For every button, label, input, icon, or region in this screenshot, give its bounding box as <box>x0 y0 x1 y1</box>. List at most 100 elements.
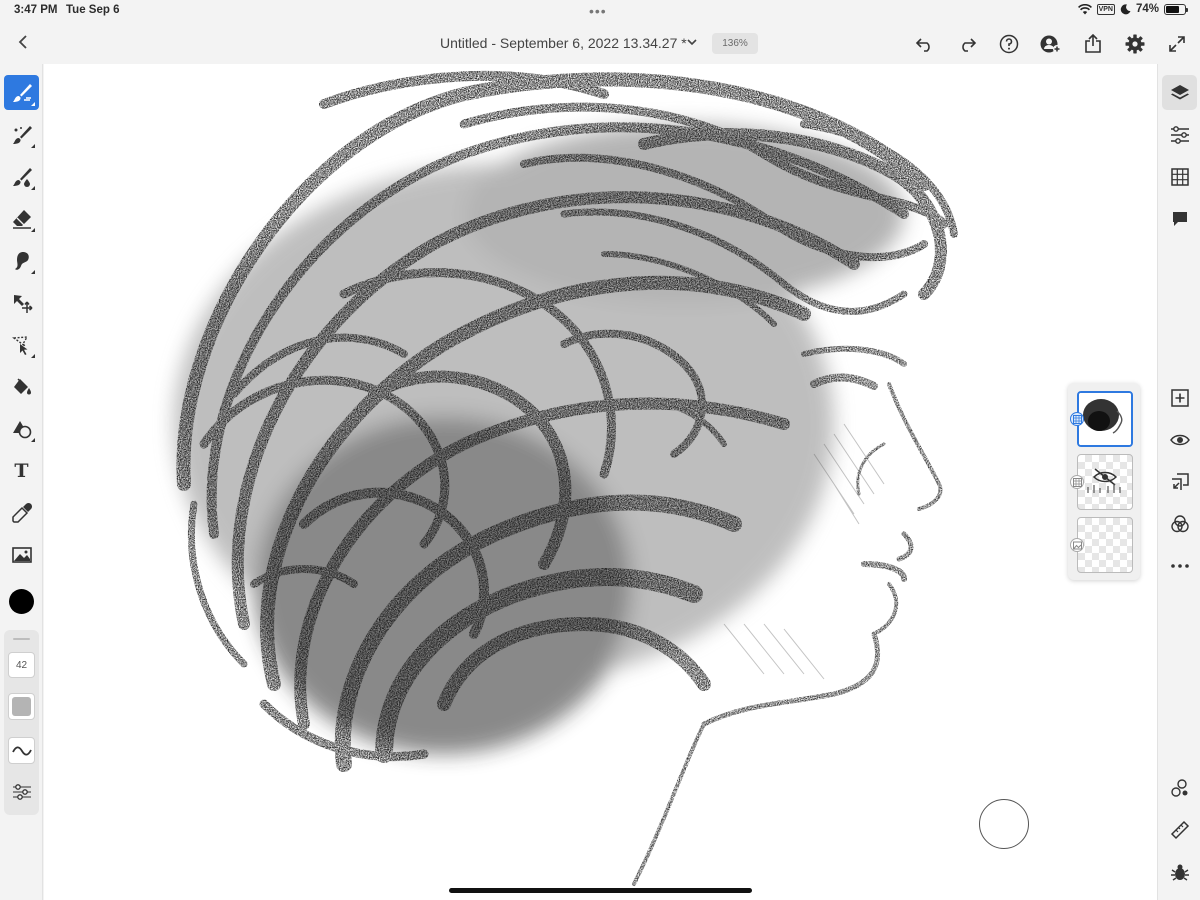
tool-selection[interactable] <box>4 327 39 362</box>
layers-icon <box>1170 84 1189 99</box>
pixel-layer-icon <box>1072 414 1082 424</box>
back-button[interactable] <box>12 31 34 53</box>
layer-thumbnail-image[interactable] <box>1077 517 1133 573</box>
export-button[interactable] <box>1081 32 1105 56</box>
tool-options-indicator <box>31 144 35 148</box>
invite-button[interactable] <box>1039 32 1063 56</box>
hidden-layer-eye-icon <box>1087 468 1121 493</box>
moon-icon <box>1120 3 1131 14</box>
brush-opacity-control[interactable] <box>8 693 35 720</box>
layer-type-badge <box>1070 538 1084 552</box>
help-button[interactable] <box>997 32 1021 56</box>
tool-options-indicator <box>31 228 35 232</box>
brush-pen-icon <box>12 83 32 102</box>
tool-smudge[interactable] <box>4 243 39 278</box>
layer-preview-portrait <box>1079 393 1131 445</box>
tool-eyedropper[interactable] <box>4 495 39 530</box>
blend-mode-button[interactable] <box>1162 506 1197 541</box>
redo-icon <box>962 38 977 52</box>
ruler-icon <box>1170 820 1189 839</box>
left-toolbar: T 42 <box>0 64 43 900</box>
image-layer-icon <box>1072 541 1082 549</box>
document-title[interactable]: Untitled - September 6, 2022 13.34.27 * <box>440 35 687 51</box>
panel-grip[interactable] <box>13 638 30 640</box>
settings-button[interactable] <box>1123 32 1147 56</box>
status-date: Tue Sep 6 <box>66 4 120 16</box>
bug-icon <box>1170 864 1189 881</box>
eye-icon <box>1169 434 1190 445</box>
tool-options-indicator <box>31 438 35 442</box>
zoom-level[interactable]: 136% <box>712 33 758 54</box>
opacity-preview <box>12 697 31 716</box>
settings-cluster-icon <box>1170 778 1187 797</box>
brush-settings-button[interactable] <box>8 778 35 805</box>
sliders-icon <box>1170 125 1189 144</box>
tool-shapes[interactable] <box>4 411 39 446</box>
brush-settings-panel: 42 <box>4 630 39 815</box>
layer-settings-button[interactable] <box>1162 770 1197 805</box>
share-user-icon <box>1040 35 1061 53</box>
layers-panel <box>1068 383 1140 580</box>
fullscreen-icon <box>1169 36 1185 52</box>
export-icon <box>1085 34 1101 53</box>
charcoal-portrait-drawing <box>174 70 958 886</box>
debug-button[interactable] <box>1162 854 1197 889</box>
add-layer-button[interactable] <box>1162 380 1197 415</box>
tool-pixel-brush[interactable] <box>4 75 39 110</box>
status-time: 3:47 PM <box>14 4 58 16</box>
brush-size-control[interactable]: 42 <box>8 652 35 678</box>
more-dots-icon <box>1170 563 1189 568</box>
merge-down-button[interactable] <box>1162 464 1197 499</box>
tool-live-brush[interactable] <box>4 117 39 152</box>
stroke-wave-icon <box>11 745 32 756</box>
chevron-down-icon <box>687 39 697 46</box>
brush-icon <box>12 125 32 144</box>
brush-cursor-circle <box>979 799 1029 849</box>
brush-smoothing-control[interactable] <box>8 737 35 764</box>
comments-button[interactable] <box>1162 201 1197 236</box>
tool-eraser[interactable] <box>4 201 39 236</box>
tool-options-indicator <box>31 186 35 190</box>
eraser-icon <box>12 209 31 229</box>
tool-text[interactable]: T <box>4 453 39 488</box>
layer-thumbnail-reference[interactable] <box>1077 454 1133 510</box>
undo-icon <box>915 38 930 52</box>
tool-options-indicator <box>31 354 35 358</box>
redo-button[interactable] <box>955 32 979 56</box>
paint-bucket-icon <box>13 377 31 394</box>
drawing-canvas[interactable] <box>44 64 1157 900</box>
image-icon <box>11 546 32 563</box>
fullscreen-button[interactable] <box>1165 32 1189 56</box>
tool-options-indicator <box>31 102 35 106</box>
tool-vector-brush[interactable] <box>4 159 39 194</box>
help-icon <box>999 34 1019 54</box>
lasso-icon <box>11 335 28 355</box>
layer-properties-button[interactable] <box>1162 117 1197 152</box>
back-icon <box>18 35 27 49</box>
text-icon: T <box>14 459 29 482</box>
multitasking-dots-icon[interactable]: ••• <box>589 3 607 19</box>
settings-gear-icon <box>1125 34 1145 54</box>
eyedropper-icon <box>11 502 32 523</box>
layer-type-badge <box>1070 412 1084 426</box>
battery-fill <box>1166 5 1180 13</box>
grid-icon <box>1170 167 1189 186</box>
tool-place-image[interactable] <box>4 537 39 572</box>
home-indicator[interactable] <box>449 888 752 893</box>
layer-thumbnail-sketch[interactable] <box>1077 391 1133 447</box>
tool-transform[interactable] <box>4 285 39 320</box>
layer-visibility-button[interactable] <box>1162 422 1197 457</box>
more-options-button[interactable] <box>1162 548 1197 583</box>
smudge-icon <box>14 251 29 270</box>
brush-drop-icon <box>12 167 32 187</box>
current-color-swatch[interactable] <box>9 589 34 614</box>
layers-button[interactable] <box>1162 75 1197 110</box>
undo-button[interactable] <box>913 32 937 56</box>
ruler-button[interactable] <box>1162 812 1197 847</box>
battery-icon <box>1164 3 1188 15</box>
title-menu-button[interactable] <box>684 34 700 50</box>
comment-icon <box>1172 211 1187 226</box>
blend-circles-icon <box>1170 514 1189 532</box>
grid-button[interactable] <box>1162 159 1197 194</box>
tool-fill[interactable] <box>4 369 39 404</box>
